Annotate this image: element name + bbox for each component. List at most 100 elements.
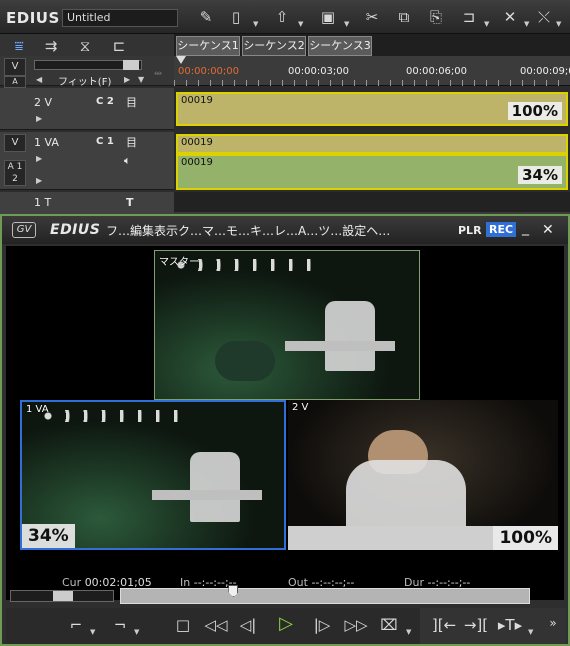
copy-icon[interactable]: ⧉: [394, 8, 414, 26]
ruler-tick-label: 00:00:06;00: [406, 66, 468, 77]
chevron-down-icon[interactable]: ▼: [406, 628, 411, 636]
video-mute-icon[interactable]: 目: [126, 134, 137, 150]
opacity-label: 34%: [518, 166, 562, 184]
chevron-down-icon[interactable]: ▼: [134, 628, 139, 636]
paste-icon[interactable]: ⎘: [426, 8, 446, 26]
track-header-1va[interactable]: V A 1 2 1 VA C 1 目 ▶ 🔈︎ ▶: [0, 132, 174, 190]
more-icon[interactable]: »: [544, 612, 562, 634]
stage-lights: [42, 410, 192, 422]
speaker-icon[interactable]: 🔈︎: [124, 154, 131, 168]
set-out-icon[interactable]: ¬: [110, 614, 130, 636]
ruler-tick-label: 00:00:03;00: [288, 66, 350, 77]
v-lock-button[interactable]: V: [4, 134, 26, 152]
keyboard-figure: [285, 341, 395, 351]
position-thumb[interactable]: [228, 585, 239, 597]
chevron-down-icon[interactable]: ▼: [556, 20, 561, 28]
track-header-1t[interactable]: 1 T T: [0, 192, 174, 216]
v-lock-button[interactable]: V: [4, 58, 26, 76]
zoom-slider-thumb[interactable]: [123, 60, 139, 70]
chevron-down-icon[interactable]: ▼: [484, 20, 489, 28]
step-forward-icon[interactable]: |▷: [310, 614, 334, 636]
chevron-down-icon[interactable]: ▼: [138, 75, 144, 84]
ripple-delete-icon[interactable]: ⤬: [534, 8, 554, 26]
v-label: 2 V: [292, 402, 309, 413]
track-header-2v[interactable]: 2 V C 2 目 ▶: [0, 88, 174, 130]
minimize-icon[interactable]: _: [522, 220, 529, 236]
scrub-area: [6, 585, 562, 608]
edit-icon[interactable]: ✎: [196, 8, 216, 26]
playhead-marker[interactable]: [176, 56, 186, 64]
trim-icon[interactable]: ▸T▸: [496, 614, 524, 636]
master-label: マスター: [159, 257, 199, 268]
project-name-field[interactable]: Untitled: [62, 9, 178, 27]
position-bar[interactable]: [120, 585, 530, 604]
shuttle-thumb[interactable]: [53, 591, 73, 601]
drums-figure: [215, 341, 275, 381]
fast-forward-icon[interactable]: ▷▷: [342, 614, 370, 636]
plr-button[interactable]: PLR: [458, 224, 482, 237]
player-window: GV EDIUS フ…編集表示ク…マ…モ…キ…レ…A…ツ…設定ヘ… PLR RE…: [0, 214, 570, 646]
new-file-icon[interactable]: ▯: [226, 8, 246, 26]
chevron-down-icon[interactable]: ▼: [298, 20, 303, 28]
channel-label[interactable]: C 2: [96, 96, 114, 107]
shuttle-slider[interactable]: [10, 590, 114, 602]
clip[interactable]: 00019: [176, 134, 568, 154]
expand-icon[interactable]: ▶: [36, 114, 42, 123]
chevron-down-icon[interactable]: ▼: [253, 20, 258, 28]
fit-dropdown[interactable]: フィット(F): [58, 73, 111, 88]
clip[interactable]: 00019 100%: [176, 92, 568, 126]
chevron-down-icon[interactable]: ▼: [524, 20, 529, 28]
clip-name: 00019: [181, 157, 213, 168]
timecode-ruler[interactable]: 00:00:00;00 00:00:03;00 00:00:06;00 00:0…: [174, 56, 570, 86]
chevron-left-icon[interactable]: ◀: [36, 75, 42, 84]
link-icon[interactable]: ⧖: [74, 37, 96, 55]
jump-to-in-icon[interactable]: ][←: [430, 614, 458, 636]
a12-lock-button[interactable]: A 1 2: [4, 160, 26, 186]
cut-icon[interactable]: ✂: [362, 8, 382, 26]
tab-sequence-3[interactable]: シーケンス3: [308, 36, 372, 56]
clip[interactable]: 00019 34%: [176, 154, 568, 190]
app-logo: EDIUS: [50, 222, 101, 238]
channel-label[interactable]: C 1: [96, 136, 114, 147]
va-label: 1 VA: [26, 404, 49, 415]
ruler-tick-label: 00:00:09;00: [520, 66, 570, 77]
zoom-slider[interactable]: [34, 60, 142, 70]
zoom-row: V A ◀ フィット(F) ▶ ▼ ⥈: [0, 56, 174, 88]
track-headers: V A ◀ フィット(F) ▶ ▼ ⥈ 2 V C 2 目 ▶ V A 1 2 …: [0, 56, 174, 216]
menu-bar[interactable]: フ…編集表示ク…マ…モ…キ…レ…A…ツ…設定ヘ…: [106, 222, 390, 239]
snap-icon[interactable]: ⩸: [8, 37, 30, 55]
expand-icon[interactable]: ▶: [36, 154, 42, 163]
group-icon[interactable]: ⊏: [108, 37, 130, 55]
jump-to-out-icon[interactable]: →][: [462, 614, 490, 636]
chevron-down-icon[interactable]: ▼: [90, 628, 95, 636]
a-lock-button[interactable]: A: [4, 76, 26, 88]
loop-icon[interactable]: ⌧: [378, 614, 400, 636]
expand-icon[interactable]: ▶: [36, 176, 42, 185]
save-icon[interactable]: ▣: [318, 8, 338, 26]
app-logo: EDIUS: [6, 9, 60, 27]
play-icon[interactable]: ▷: [274, 613, 298, 635]
open-icon[interactable]: ⇧: [272, 8, 292, 26]
sync-icon[interactable]: ⇉: [40, 37, 62, 55]
insert-mode-icon[interactable]: ⊐: [458, 8, 480, 26]
recorder-monitor[interactable]: マスター 1 VA 34% 2 V 100% Cur 00:02:01;05 I…: [6, 246, 564, 600]
chevron-down-icon[interactable]: ▼: [528, 628, 533, 636]
va-view: 1 VA 34%: [20, 400, 286, 550]
delete-icon[interactable]: ✕: [500, 8, 520, 26]
rec-button[interactable]: REC: [486, 222, 517, 237]
player-title-bar: GV EDIUS フ…編集表示ク…マ…モ…キ…レ…A…ツ…設定ヘ… PLR RE…: [2, 216, 568, 244]
tab-sequence-1[interactable]: シーケンス1: [176, 36, 240, 56]
chevron-right-icon[interactable]: ▶: [124, 75, 130, 84]
rewind-icon[interactable]: ◁◁: [202, 614, 230, 636]
stop-icon[interactable]: □: [172, 614, 194, 636]
sequence-tabs: シーケンス1 シーケンス2 シーケンス3: [174, 34, 570, 56]
timeline-toolbar: EDIUS Untitled ✎ ▯ ▼ ⇧ ▼ ▣ ▼ ✂ ⧉ ⎘ ⊐ ▼ ✕…: [0, 0, 570, 34]
grass-valley-logo-icon: GV: [12, 222, 36, 238]
close-icon[interactable]: ✕: [542, 222, 554, 238]
video-mute-icon[interactable]: 目: [126, 94, 137, 110]
set-in-icon[interactable]: ⌐: [66, 614, 86, 636]
step-back-icon[interactable]: ◁|: [236, 614, 260, 636]
tab-sequence-2[interactable]: シーケンス2: [242, 36, 306, 56]
chevron-down-icon[interactable]: ▼: [344, 20, 349, 28]
timeline-window: EDIUS Untitled ✎ ▯ ▼ ⇧ ▼ ▣ ▼ ✂ ⧉ ⎘ ⊐ ▼ ✕…: [0, 0, 570, 216]
